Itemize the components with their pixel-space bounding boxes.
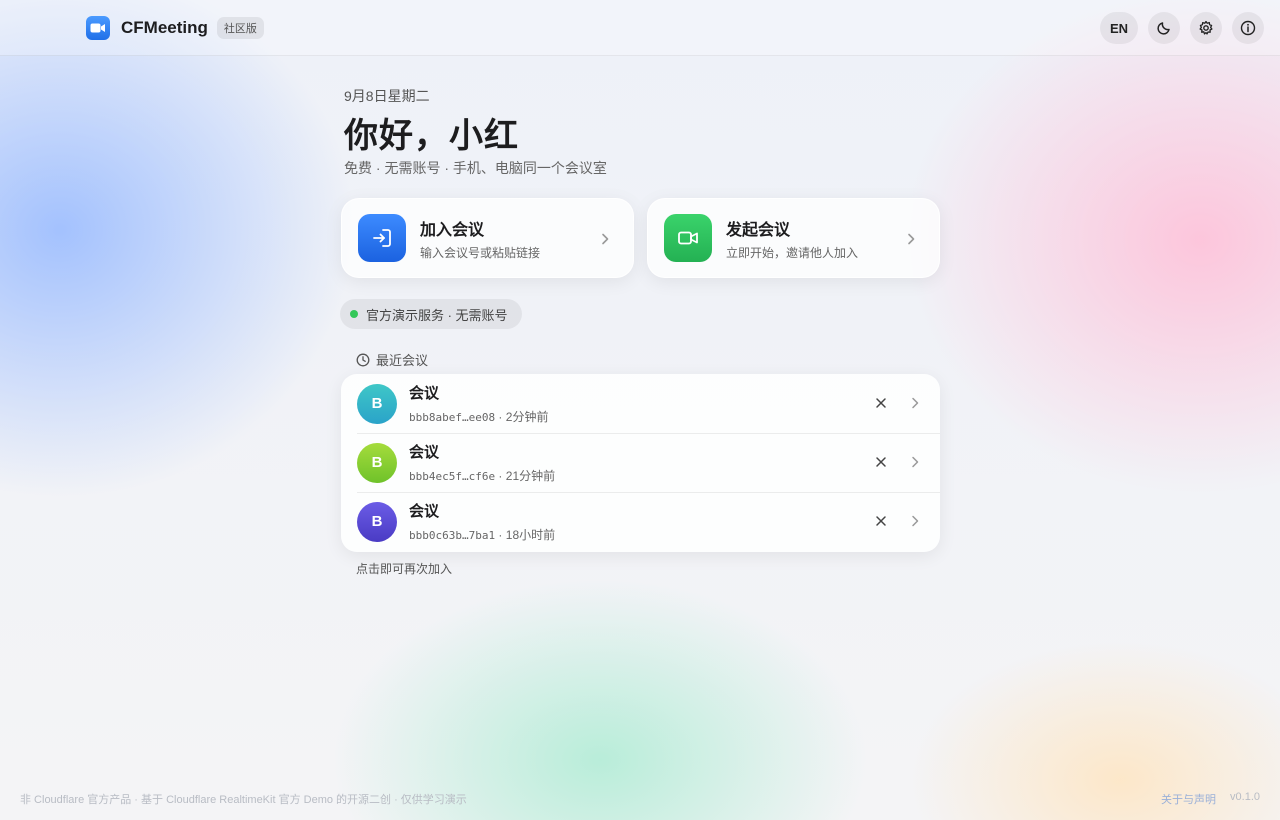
meeting-title: 会议 (409, 385, 440, 402)
meeting-title: 会议 (409, 444, 440, 461)
footer-disclaimer: 非 Cloudflare 官方产品 · 基于 Cloudflare Realti… (20, 794, 467, 806)
greeting: 你好，小红 (344, 117, 519, 155)
start-meeting-desc: 立即开始，邀请他人加入 (726, 245, 859, 260)
service-status-text: 官方演示服务 · 无需账号 (366, 307, 508, 323)
clock-icon (356, 353, 370, 366)
meeting-id: bbb8abef…ee08 (409, 411, 496, 424)
version-label: v0.1.0 (1230, 791, 1260, 803)
recent-heading-label: 最近会议 (376, 353, 429, 368)
info-icon (1240, 20, 1256, 36)
video-camera-icon (664, 214, 712, 262)
status-dot (350, 310, 358, 318)
brand-name: CFMeeting (121, 18, 208, 37)
gear-icon (1199, 20, 1213, 35)
service-status-pill: 官方演示服务 · 无需账号 (340, 299, 522, 329)
brand[interactable]: CFMeeting 社区版 (86, 16, 264, 40)
recent-meeting-row[interactable]: B 会议 bbb0c63b…7ba1 · 18小时前 (341, 492, 940, 551)
subtitle: 免费 · 无需账号 · 手机、电脑同一个会议室 (344, 160, 607, 176)
join-meeting-title: 加入会议 (420, 221, 485, 239)
meeting-id: bbb0c63b…7ba1 (409, 529, 496, 542)
recent-heading: 最近会议 (356, 350, 428, 369)
start-meeting-title: 发起会议 (726, 221, 791, 239)
chevron-right-icon (602, 233, 609, 245)
recent-meeting-row[interactable]: B 会议 bbb8abef…ee08 · 2分钟前 (341, 374, 940, 433)
close-icon[interactable] (874, 396, 888, 410)
language-button[interactable]: EN (1100, 12, 1138, 44)
chevron-right-icon (912, 397, 919, 409)
meeting-time: 2分钟前 (505, 410, 549, 424)
top-bar: CFMeeting 社区版 EN (0, 0, 1280, 56)
meeting-title: 会议 (409, 503, 440, 520)
date-label: 9月8日星期二 (344, 88, 430, 104)
meeting-time: 18小时前 (505, 528, 556, 542)
info-button[interactable] (1232, 12, 1264, 44)
recent-meetings-list: B 会议 bbb8abef…ee08 · 2分钟前 B 会议 bbb4ec5f…… (341, 374, 940, 552)
avatar: B (357, 383, 397, 424)
chevron-right-icon (912, 456, 919, 468)
moon-icon (1157, 22, 1170, 35)
rejoin-hint: 点击即可再次加入 (356, 562, 453, 576)
close-icon[interactable] (874, 455, 888, 469)
about-link[interactable]: 关于与声明 (1161, 791, 1216, 807)
recent-meeting-row[interactable]: B 会议 bbb4ec5f…cf6e · 21分钟前 (341, 433, 940, 492)
start-meeting-card[interactable]: 发起会议 立即开始，邀请他人加入 (647, 198, 940, 278)
settings-button[interactable] (1190, 12, 1222, 44)
edition-badge: 社区版 (216, 17, 264, 39)
avatar: B (357, 501, 397, 542)
meeting-id: bbb4ec5f…cf6e (409, 470, 496, 483)
close-icon[interactable] (874, 514, 888, 528)
join-meeting-card[interactable]: 加入会议 输入会议号或粘贴链接 (341, 198, 634, 278)
avatar: B (357, 442, 397, 483)
sign-in-icon (358, 214, 406, 262)
meeting-time: 21分钟前 (505, 469, 556, 483)
chevron-right-icon (912, 515, 919, 527)
video-camera-icon (86, 16, 110, 40)
join-meeting-desc: 输入会议号或粘贴链接 (420, 245, 541, 260)
chevron-right-icon (908, 233, 915, 245)
dark-mode-button[interactable] (1148, 12, 1180, 44)
